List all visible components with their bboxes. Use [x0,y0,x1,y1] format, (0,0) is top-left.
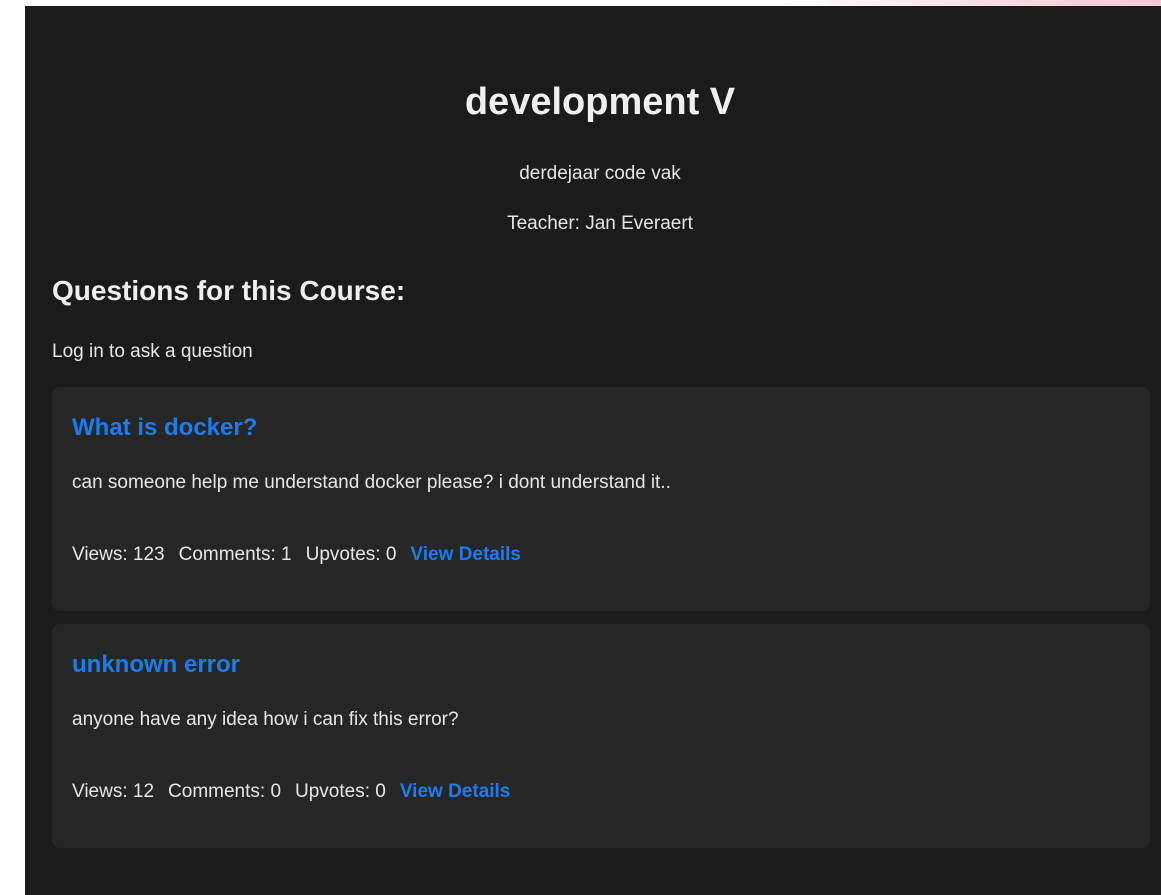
questions-heading: Questions for this Course: [52,275,406,306]
question-stats: Views: 123 Comments: 1 Upvotes: 0 View D… [72,543,521,567]
question-title-link[interactable]: unknown error [72,650,240,680]
course-teacher: Teacher: Jan Everaert [507,213,693,234]
question-body: anyone have any idea how i can fix this … [72,709,459,730]
course-description: derdejaar code vak [519,163,681,184]
upvotes-count: Upvotes: 0 [295,781,386,802]
views-count: Views: 123 [72,544,165,565]
question-card: unknown error anyone have any idea how i… [52,624,1150,848]
course-title: development V [464,81,736,123]
view-details-link[interactable]: View Details [410,543,521,567]
comments-count: Comments: 1 [178,544,292,565]
question-stats: Views: 12 Comments: 0 Upvotes: 0 View De… [72,780,510,804]
views-count: Views: 12 [72,781,155,802]
course-page: development V derdejaar code vak Teacher… [25,6,1161,895]
comments-count: Comments: 0 [168,781,282,802]
question-card: What is docker? can someone help me unde… [52,387,1150,611]
view-details-link[interactable]: View Details [400,780,511,804]
upvotes-count: Upvotes: 0 [305,544,397,565]
login-prompt: Log in to ask a question [52,341,253,362]
question-title-link[interactable]: What is docker? [72,413,257,443]
question-body: can someone help me understand docker pl… [72,472,671,493]
